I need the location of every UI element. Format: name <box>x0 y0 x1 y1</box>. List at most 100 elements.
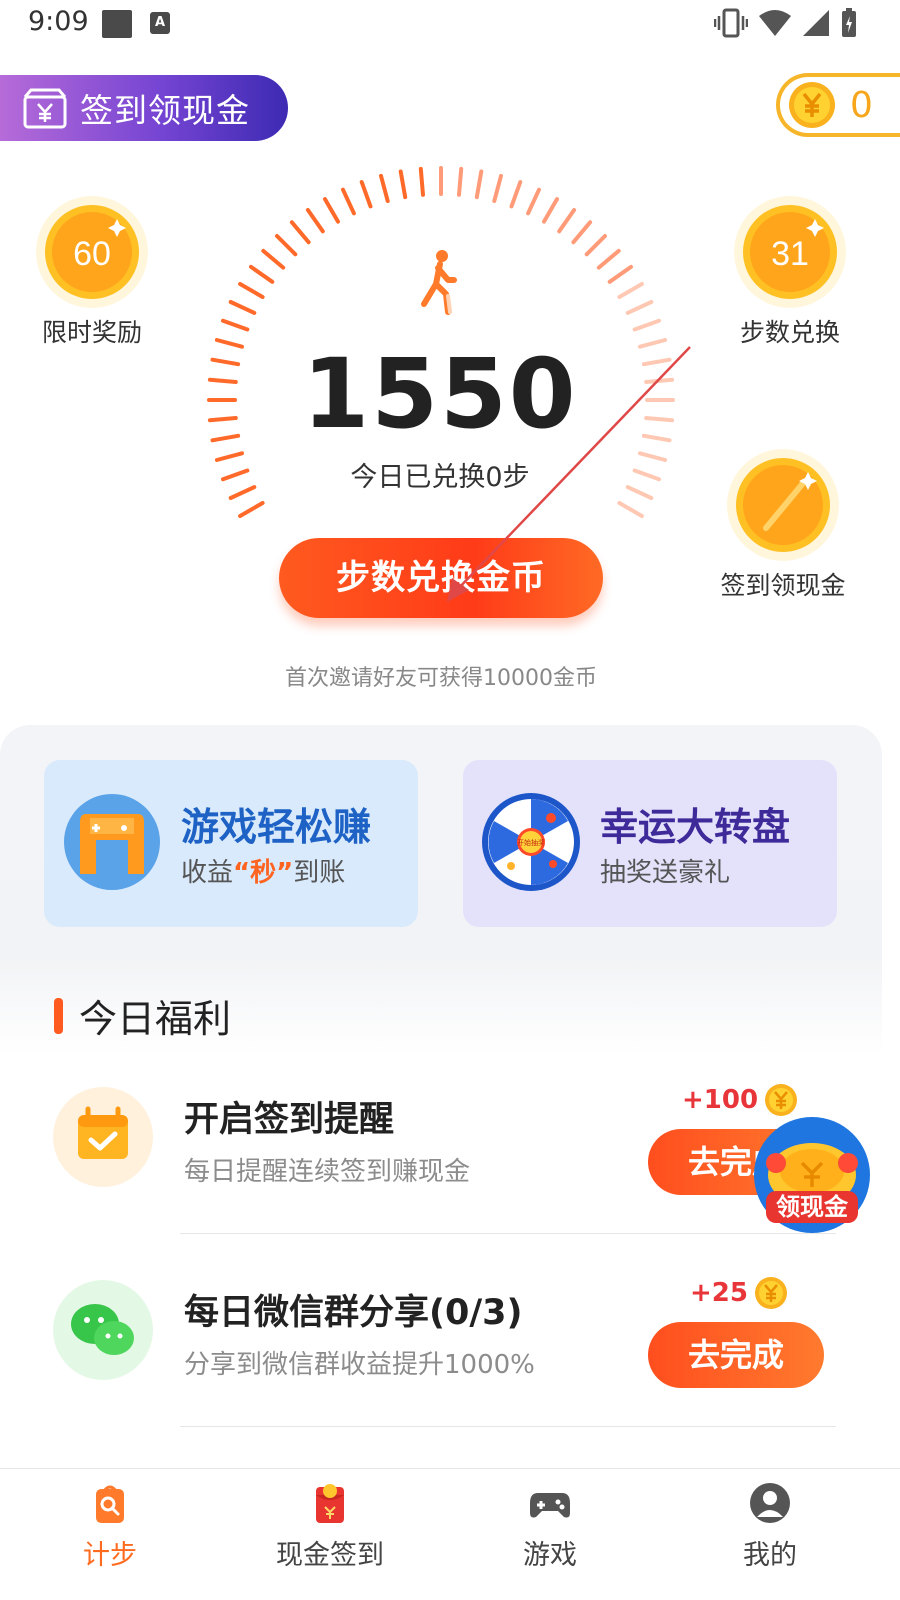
game-earn-card[interactable]: 游戏轻松赚 收益“秒”到账 <box>44 760 418 927</box>
gauge-tick <box>617 501 644 518</box>
invite-tip: 首次邀请好友可获得10000金币 <box>285 666 597 691</box>
gauge-tick <box>221 318 250 332</box>
tab-profile[interactable]: 我的 <box>690 1481 850 1572</box>
gauge-tick <box>323 197 340 224</box>
gauge-tick <box>474 169 484 200</box>
gauge-tick <box>625 300 654 315</box>
prize-wheel-icon: 开始抽奖 <box>482 793 580 891</box>
gauge-tick <box>632 468 661 482</box>
red-envelope-icon <box>316 1484 344 1523</box>
gold-coin-icon: 60 <box>36 196 148 308</box>
task-signin-reminder: 开启签到提醒 每日提醒连续签到赚现金 +100 去完成 <box>0 1084 882 1277</box>
gauge-tick <box>289 220 311 245</box>
gold-coin-icon <box>727 449 839 561</box>
gauge-tick <box>625 485 654 500</box>
cash-register-icon <box>23 88 67 129</box>
reward-label: 签到领现金 <box>720 571 846 600</box>
gauge-tick <box>641 357 672 367</box>
gauge-tick <box>617 282 644 299</box>
tab-label: 计步 <box>83 1540 137 1571</box>
profile-icon <box>750 1483 790 1523</box>
gauge-tick <box>398 169 408 200</box>
gauge-tick <box>418 166 425 197</box>
notification-square-icon <box>102 10 132 38</box>
keyboard-notification-icon: A <box>150 12 170 34</box>
tab-label: 游戏 <box>523 1540 577 1571</box>
gauge-tick <box>275 234 298 257</box>
step-exchange-reward[interactable]: 31 步数兑换 <box>730 195 850 349</box>
game-sub-highlight: “秒” <box>233 858 294 888</box>
signin-cash-reward[interactable]: 签到领现金 <box>713 448 853 602</box>
gauge-tick <box>210 433 241 443</box>
gauge-tick <box>359 180 373 209</box>
tab-steps[interactable]: 计步 <box>30 1481 190 1572</box>
exchanged-steps-text: 今日已兑换0步 <box>350 462 530 493</box>
wheel-card-subtitle: 抽奖送豪礼 <box>600 858 731 888</box>
gauge-tick <box>221 468 250 482</box>
calendar-icon-wrap <box>53 1087 153 1187</box>
gauge-tick <box>228 300 257 315</box>
gauge-tick <box>457 166 464 197</box>
gauge-tick <box>238 282 265 299</box>
gold-coin-icon: 31 <box>734 196 846 308</box>
task-complete-button[interactable]: 去完成 <box>648 1322 824 1388</box>
tab-label: 我的 <box>743 1540 797 1571</box>
gauge-tick <box>249 264 275 284</box>
gauge-tick <box>214 338 244 349</box>
gauge-tick <box>509 180 523 209</box>
task-description: 每日提醒连续签到赚现金 <box>184 1157 471 1187</box>
gauge-tick <box>305 208 325 234</box>
gauge-tick <box>341 187 356 216</box>
gauge-tick <box>638 451 668 462</box>
gauge-tick <box>571 220 593 245</box>
exchange-steps-button[interactable]: 步数兑换金币 <box>279 538 603 618</box>
signin-cash-button[interactable]: 签到领现金 <box>0 75 288 141</box>
coin-balance[interactable]: 0 <box>776 73 900 137</box>
gauge-tick <box>214 451 244 462</box>
divider <box>180 1426 836 1427</box>
task-wechat-share: 每日微信群分享(0/3) 分享到微信群收益提升1000% +25 去完成 <box>0 1277 882 1470</box>
coin-count: 0 <box>850 84 873 126</box>
reward-label: 限时奖励 <box>41 318 142 347</box>
divider <box>180 1233 836 1234</box>
task-title: 开启签到提醒 <box>184 1100 395 1140</box>
calendar-check-icon <box>78 1106 128 1159</box>
section-accent-bar <box>54 997 63 1034</box>
gauge-tick <box>632 318 661 332</box>
coin-icon <box>765 1084 798 1116</box>
gauge-tick <box>210 357 241 367</box>
wechat-icon <box>71 1304 134 1355</box>
gauge-tick <box>238 501 265 518</box>
game-sub-suffix: 到账 <box>293 858 346 888</box>
tab-games[interactable]: 游戏 <box>470 1481 630 1572</box>
coin-icon <box>789 82 835 128</box>
wheel-card-title: 幸运大转盘 <box>600 805 791 849</box>
gauge-tick <box>207 377 238 384</box>
game-card-title: 游戏轻松赚 <box>181 805 372 849</box>
game-controller-icon <box>64 794 160 890</box>
gauge-tick <box>526 187 541 216</box>
lucky-wheel-card[interactable]: 开始抽奖 幸运大转盘 抽奖送豪礼 <box>463 760 837 927</box>
task-reward: +25 <box>690 1276 788 1310</box>
floating-cash-redpack[interactable]: 领现金 <box>752 1115 872 1235</box>
signin-cash-label: 签到领现金 <box>80 91 250 130</box>
bottom-nav: 计步 现金签到 游戏 我的 <box>0 1468 900 1600</box>
tab-cash-signin[interactable]: 现金签到 <box>250 1481 410 1572</box>
welfare-section-header: 今日福利 <box>54 988 231 1043</box>
reward-value: 31 <box>771 235 809 273</box>
wheel-center-text: 开始抽奖 <box>517 838 545 847</box>
wifi-icon <box>759 10 791 36</box>
gauge-tick <box>644 416 675 423</box>
gauge-tick <box>379 173 390 203</box>
wechat-icon-wrap <box>53 1280 153 1380</box>
battery-icon <box>842 8 856 37</box>
task-description: 分享到微信群收益提升1000% <box>184 1350 535 1380</box>
steps-bag-icon <box>96 1485 124 1523</box>
gauge-tick <box>596 248 621 270</box>
limited-time-reward[interactable]: 60 限时奖励 <box>30 195 154 349</box>
task-title: 每日微信群分享(0/3) <box>184 1293 523 1333</box>
status-bar: 9:09 A <box>0 0 900 50</box>
status-time: 9:09 <box>28 6 89 37</box>
gauge-tick <box>641 433 672 443</box>
gamepad-icon <box>530 1493 570 1518</box>
